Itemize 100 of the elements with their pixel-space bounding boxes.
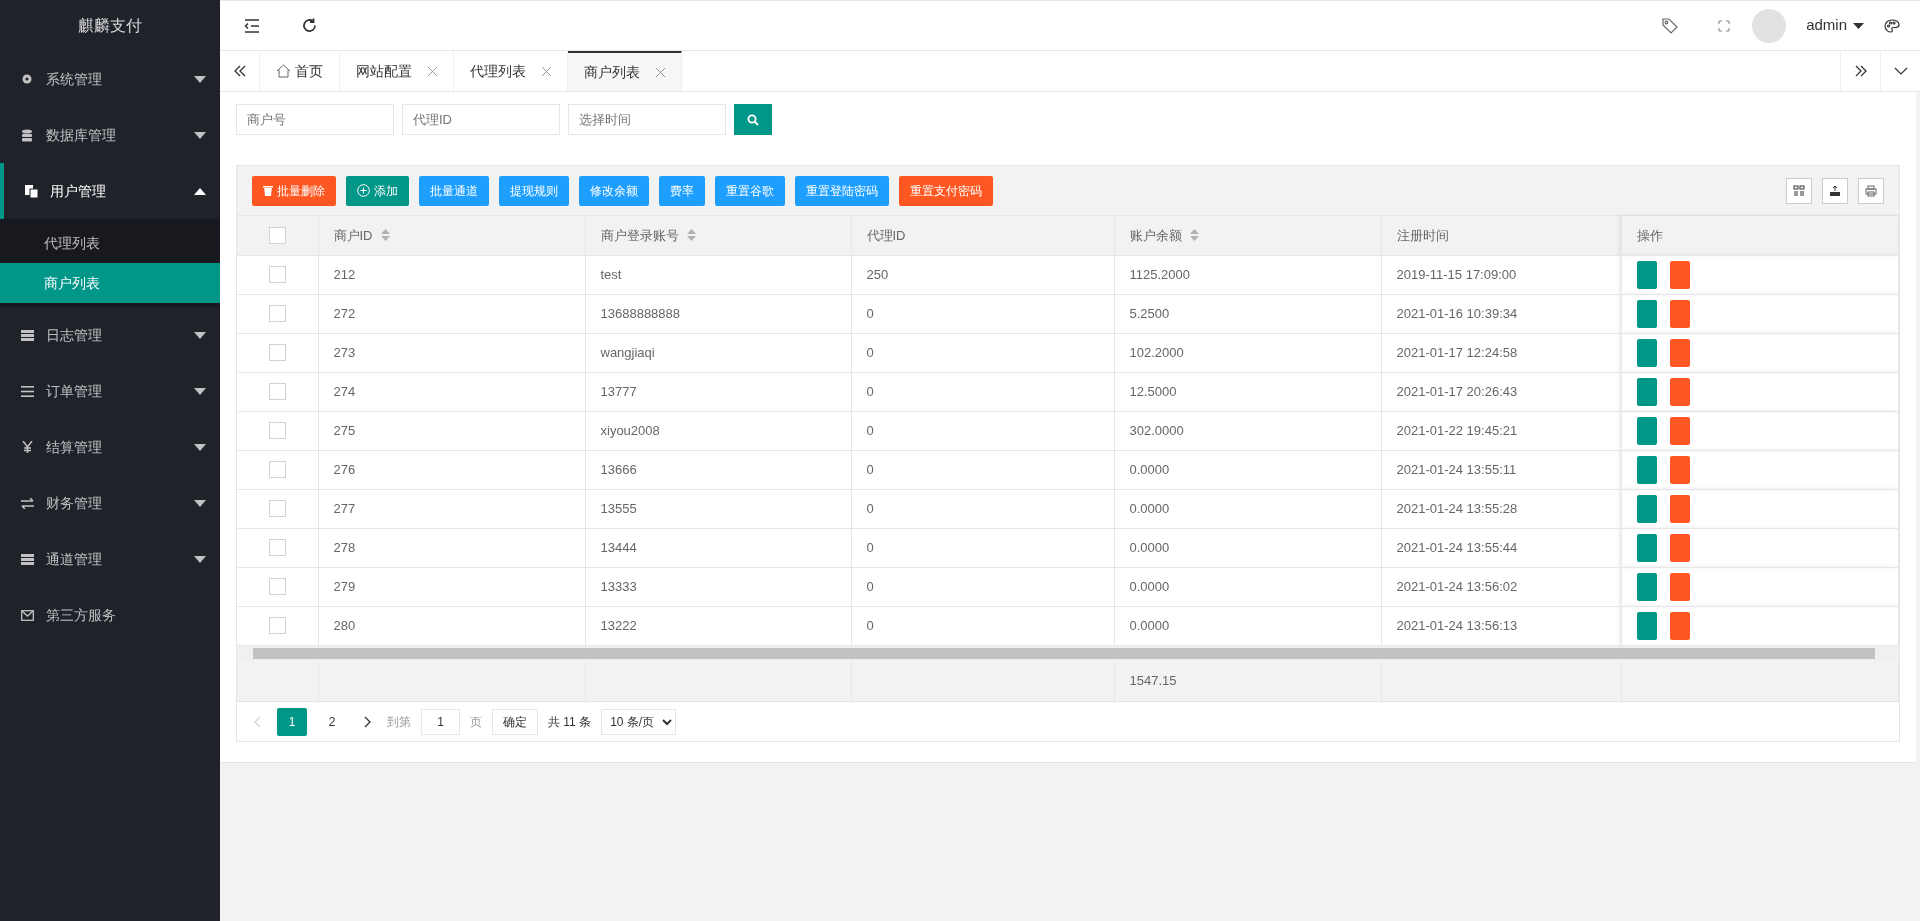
- delete-button[interactable]: [1669, 494, 1690, 523]
- sidebar-item[interactable]: 数据库管理: [0, 107, 220, 163]
- tag-icon[interactable]: [1662, 17, 1679, 34]
- yen-icon: [21, 441, 33, 453]
- goto-label: 到第: [387, 713, 411, 731]
- checkbox[interactable]: [268, 344, 286, 361]
- gear-icon: [21, 73, 33, 85]
- checkbox[interactable]: [268, 266, 286, 283]
- edit-button[interactable]: [1636, 572, 1657, 601]
- page-tab[interactable]: 首页: [260, 51, 340, 91]
- column-header[interactable]: 商户登录账号: [600, 225, 696, 245]
- page-button[interactable]: 2: [317, 707, 347, 736]
- sort-icon[interactable]: [380, 229, 390, 242]
- edit-button[interactable]: [1636, 611, 1657, 640]
- delete-button[interactable]: [1669, 338, 1690, 367]
- column-header[interactable]: 账户余额: [1129, 225, 1199, 245]
- table-cell: 274: [333, 383, 356, 399]
- edit-button[interactable]: [1636, 416, 1657, 445]
- sidebar-item[interactable]: 第三方服务: [0, 587, 220, 643]
- scrollbar-thumb[interactable]: [253, 648, 1875, 659]
- checkbox[interactable]: [268, 578, 286, 595]
- fullscreen-icon[interactable]: [1718, 19, 1731, 32]
- caret-down-icon: [194, 555, 206, 563]
- chevron-down-icon: [1893, 67, 1908, 75]
- checkbox[interactable]: [268, 461, 286, 478]
- table-cell: 12.5000: [1129, 383, 1177, 399]
- table-cell: 2021-01-17 20:26:43: [1396, 383, 1518, 399]
- sidebar-subitem[interactable]: 代理列表: [0, 223, 220, 263]
- sidebar-item[interactable]: 通道管理: [0, 531, 220, 587]
- delete-button[interactable]: [1669, 260, 1690, 289]
- edit-button[interactable]: [1636, 299, 1657, 328]
- delete-button[interactable]: [1669, 299, 1690, 328]
- close-icon[interactable]: [542, 66, 551, 76]
- delete-button[interactable]: [1669, 572, 1690, 601]
- close-icon[interactable]: [428, 66, 437, 76]
- edit-button[interactable]: [1636, 260, 1657, 289]
- confirm-button[interactable]: 确定: [492, 708, 538, 735]
- sidebar-item[interactable]: 日志管理: [0, 307, 220, 363]
- sort-icon[interactable]: [1189, 229, 1199, 242]
- checkbox[interactable]: [268, 305, 286, 322]
- grid-icon: [1793, 184, 1805, 197]
- search-button[interactable]: [734, 104, 772, 135]
- search-field[interactable]: 选择时间: [568, 104, 726, 135]
- menu-fold-icon[interactable]: [244, 18, 260, 33]
- table-cell: 273: [333, 344, 356, 360]
- sidebar-item[interactable]: 结算管理: [0, 419, 220, 475]
- table-cell: 279: [333, 578, 356, 594]
- column-header[interactable]: 操作: [1636, 225, 1663, 245]
- edit-button[interactable]: [1636, 533, 1657, 562]
- refresh-icon[interactable]: [302, 18, 317, 33]
- checkbox[interactable]: [268, 500, 286, 517]
- edit-button[interactable]: [1636, 338, 1657, 367]
- table-cell: wangjiaqi: [600, 344, 655, 360]
- columns-filter-button[interactable]: [1786, 177, 1812, 204]
- table-cell: 278: [333, 539, 356, 555]
- double-chevron-left-icon: [232, 65, 247, 77]
- tab-label: 网站配置: [356, 61, 412, 81]
- edit-button[interactable]: [1636, 455, 1657, 484]
- sort-icon[interactable]: [686, 229, 696, 242]
- delete-button[interactable]: [1669, 416, 1690, 445]
- table-cell: 0: [866, 305, 874, 321]
- search-field[interactable]: 代理ID: [402, 104, 560, 135]
- table-cell: 0.0000: [1129, 618, 1170, 633]
- edit-button[interactable]: [1636, 494, 1657, 523]
- export-button[interactable]: [1822, 177, 1848, 204]
- delete-button[interactable]: [1669, 377, 1690, 406]
- palette-icon[interactable]: [1884, 18, 1900, 33]
- page-tab[interactable]: 网站配置: [340, 51, 454, 91]
- close-icon[interactable]: [656, 67, 665, 77]
- page-number-field[interactable]: 1: [421, 708, 460, 735]
- page-size-select[interactable]: 10 条/页: [601, 708, 677, 735]
- search-field[interactable]: 商户号: [236, 104, 394, 135]
- table-cell: 2021-01-17 12:24:58: [1396, 344, 1518, 360]
- checkbox[interactable]: [268, 383, 286, 400]
- print-button[interactable]: [1858, 177, 1884, 204]
- sidebar-item[interactable]: 订单管理: [0, 363, 220, 419]
- table-cell: 0: [866, 383, 874, 399]
- checkbox[interactable]: [268, 422, 286, 439]
- edit-button[interactable]: [1636, 377, 1657, 406]
- sidebar-subitem[interactable]: 商户列表: [0, 263, 220, 303]
- user-menu[interactable]: admin: [1806, 14, 1864, 37]
- column-header[interactable]: 注册时间: [1396, 225, 1449, 245]
- column-header[interactable]: 商户ID: [333, 225, 390, 245]
- table-cell: 2021-01-24 13:55:28: [1396, 500, 1518, 516]
- table-cell: 1125.2000: [1129, 266, 1190, 282]
- page-tab[interactable]: 商户列表: [568, 51, 682, 91]
- tab-label: 首页: [295, 61, 323, 81]
- sidebar-item[interactable]: 财务管理: [0, 475, 220, 531]
- delete-button[interactable]: [1669, 533, 1690, 562]
- table-cell: 13444: [600, 539, 637, 555]
- delete-button[interactable]: [1669, 611, 1690, 640]
- checkbox[interactable]: [268, 617, 286, 635]
- column-header[interactable]: 代理ID: [866, 225, 906, 245]
- delete-button[interactable]: [1669, 455, 1690, 484]
- sidebar-item[interactable]: 系统管理: [0, 51, 220, 107]
- toolbar-button[interactable]: 添加: [346, 175, 409, 206]
- checkbox[interactable]: [268, 226, 286, 244]
- caret-up-icon: [194, 187, 206, 195]
- page-button[interactable]: 1: [277, 707, 307, 736]
- checkbox[interactable]: [268, 539, 286, 556]
